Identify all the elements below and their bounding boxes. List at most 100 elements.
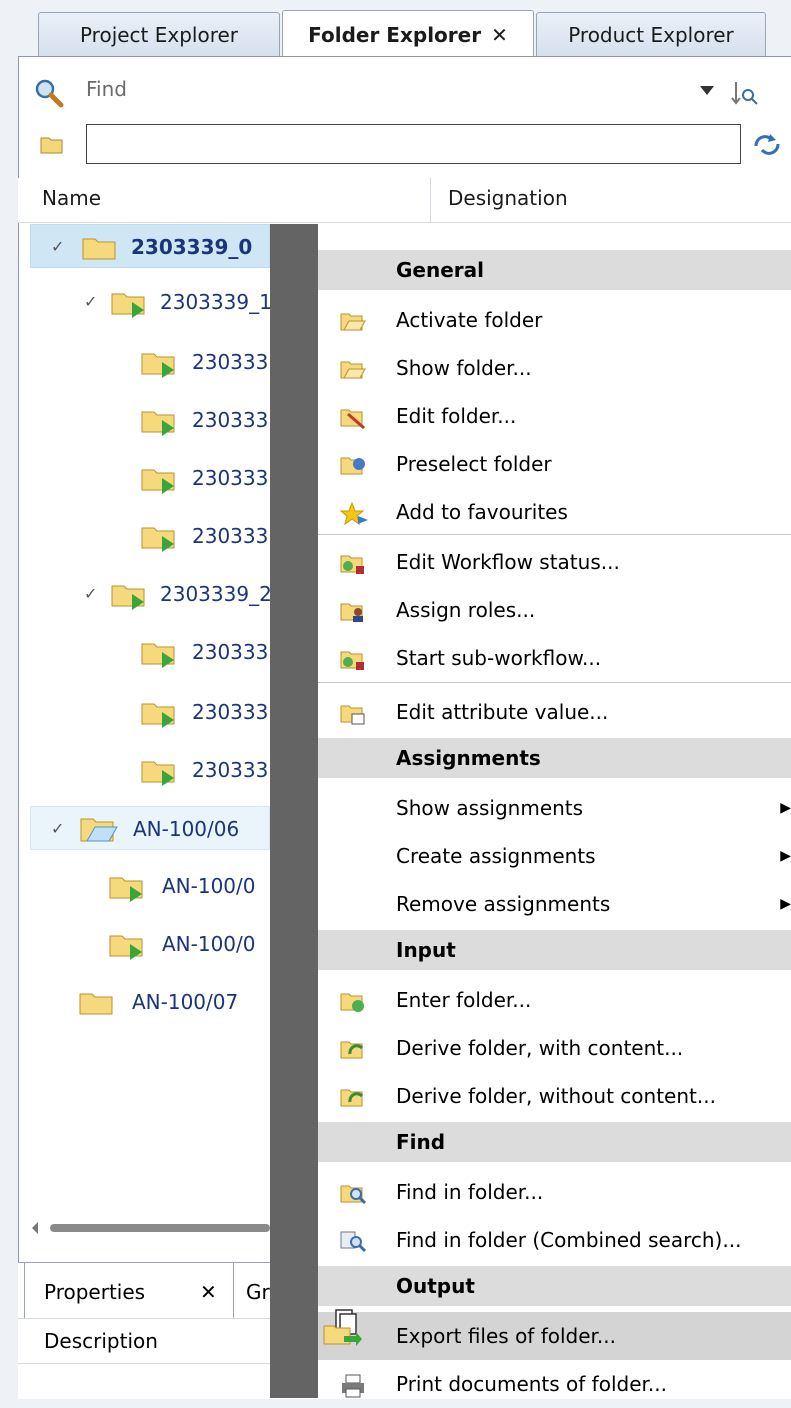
folder-derive-icon	[340, 1089, 364, 1107]
folder-search-icon	[340, 1185, 366, 1205]
tree-label: 230333	[192, 640, 269, 664]
tab-label: Folder Explorer	[308, 23, 482, 47]
folder-workflow-icon	[109, 935, 143, 960]
folder-derive-icon	[340, 1041, 364, 1059]
folder-workflow-icon	[141, 703, 175, 728]
chevron-down-icon[interactable]: ✓	[51, 807, 64, 851]
menu-item-start-sub-workflow[interactable]: Start sub-workflow...	[318, 634, 791, 682]
description-label: Description	[44, 1329, 158, 1353]
menu-header-output: Output	[318, 1266, 791, 1306]
chevron-down-icon[interactable]: ✓	[84, 572, 97, 616]
tab-product-explorer[interactable]: Product Explorer	[536, 12, 766, 56]
tree-row[interactable]: 230333	[30, 456, 270, 500]
tree-label: 2303339_2	[160, 582, 272, 606]
folder-workflow-icon	[109, 877, 143, 902]
menu-item-show-assignments[interactable]: Show assignments ▶	[318, 784, 791, 832]
tree-row[interactable]: AN-100/07	[30, 980, 270, 1024]
combined-search-icon	[340, 1231, 366, 1253]
folder-workflow-icon	[141, 761, 175, 786]
folder-workflow-icon	[111, 585, 145, 610]
column-designation[interactable]: Designation	[448, 186, 568, 210]
menu-item-show-folder[interactable]: Show folder...	[318, 344, 791, 392]
folder-workflow-icon	[141, 469, 175, 494]
chevron-down-icon[interactable]: ✓	[51, 225, 64, 269]
horizontal-scrollbar[interactable]	[30, 1218, 270, 1238]
folder-export-icon	[323, 1309, 362, 1346]
menu-item-preselect-folder[interactable]: Preselect folder	[318, 440, 791, 488]
menu-item-print-documents-of-folder[interactable]: Print documents of folder...	[318, 1360, 791, 1408]
tab-project-explorer[interactable]: Project Explorer	[38, 12, 280, 56]
menu-item-derive-folder-without-content[interactable]: Derive folder, without content...	[318, 1072, 791, 1120]
menu-item-enter-folder[interactable]: Enter folder...	[318, 976, 791, 1024]
menu-header-find: Find	[318, 1122, 791, 1162]
tree-row[interactable]: 230333	[30, 748, 270, 792]
menu-item-find-in-folder-combined[interactable]: Find in folder (Combined search)...	[318, 1216, 791, 1264]
menu-item-derive-folder-with-content[interactable]: Derive folder, with content...	[318, 1024, 791, 1072]
tree-label: AN-100/0	[162, 932, 256, 956]
folder-icon	[40, 137, 63, 154]
menu-item-edit-workflow-status[interactable]: Edit Workflow status...	[318, 538, 791, 586]
folder-preselect-icon	[340, 457, 365, 475]
folder-open-icon	[340, 313, 366, 331]
tree-label: 230333	[192, 408, 269, 432]
find-label: Find	[86, 77, 127, 101]
tab-other-label[interactable]: Gr	[246, 1266, 270, 1318]
tree-row[interactable]: ✓ AN-100/06	[30, 806, 270, 850]
tree-row[interactable]: AN-100/0	[30, 922, 270, 966]
tab-properties-label: Properties	[44, 1280, 146, 1304]
folder-workflow-icon	[141, 411, 175, 436]
close-icon[interactable]: ✕	[200, 1266, 217, 1318]
scrollbar-thumb[interactable]	[50, 1224, 270, 1232]
tree-row[interactable]: 230333	[30, 340, 270, 384]
column-header: Name Designation	[18, 178, 791, 223]
tree-row[interactable]: ✓ 2303339_2	[30, 572, 272, 616]
menu-separator	[318, 534, 791, 535]
tree-label: 230333	[192, 350, 269, 374]
menu-item-add-to-favourites[interactable]: Add to favourites	[318, 488, 791, 536]
dropdown-arrow-icon[interactable]	[700, 86, 714, 96]
menu-item-assign-roles[interactable]: Assign roles...	[318, 586, 791, 634]
menu-item-edit-attribute-value[interactable]: Edit attribute value...	[318, 688, 791, 736]
column-divider[interactable]	[430, 178, 431, 222]
tree-label: 230333	[192, 758, 269, 782]
tree-row[interactable]: 230333	[30, 630, 270, 674]
tab-close-icon[interactable]: ✕	[491, 23, 508, 47]
folder-edit-icon	[340, 409, 365, 430]
search-icon	[35, 79, 64, 108]
submenu-arrow-icon: ▶	[780, 800, 791, 816]
tree-label: 2303339_0	[131, 235, 253, 259]
tree-row[interactable]: ✓ 2303339_1	[30, 280, 272, 324]
menu-item-find-in-folder[interactable]: Find in folder...	[318, 1168, 791, 1216]
tree-row[interactable]: 230333	[30, 690, 270, 734]
refresh-icon[interactable]	[750, 130, 784, 160]
folder-workflow-icon	[111, 293, 145, 318]
submenu-arrow-icon: ▶	[780, 896, 791, 912]
tab-label: Project Explorer	[79, 23, 239, 47]
sub-workflow-icon	[340, 651, 364, 670]
tree-row[interactable]: ✓ 2303339_0	[30, 224, 270, 268]
tree-row[interactable]: 230333	[30, 514, 270, 558]
tree-label: 230333	[192, 524, 269, 548]
menu-header-input: Input	[318, 930, 791, 970]
attribute-edit-icon	[340, 705, 365, 725]
find-bar[interactable]: Find	[18, 68, 791, 116]
menu-item-remove-assignments[interactable]: Remove assignments ▶	[318, 880, 791, 928]
sort-find-icon[interactable]	[730, 78, 760, 108]
tree-row[interactable]: 230333	[30, 398, 270, 442]
folder-workflow-icon	[141, 643, 175, 668]
column-name[interactable]: Name	[42, 186, 101, 210]
tree-row[interactable]: AN-100/0	[30, 864, 270, 908]
folder-path-input[interactable]	[86, 124, 741, 164]
chevron-down-icon[interactable]: ✓	[84, 280, 97, 324]
menu-item-export-files-of-folder[interactable]: Export files of folder...	[318, 1309, 791, 1360]
menu-item-edit-folder[interactable]: Edit folder...	[318, 392, 791, 440]
tab-folder-explorer[interactable]: Folder Explorer ✕	[282, 10, 534, 58]
star-icon	[340, 502, 368, 526]
menu-item-activate-folder[interactable]: Activate folder	[318, 296, 791, 344]
tree-label: 230333	[192, 700, 269, 724]
tree-label: AN-100/07	[132, 990, 239, 1014]
folder-workflow-icon	[141, 527, 175, 552]
scroll-left-icon[interactable]	[30, 1222, 40, 1234]
menu-item-create-assignments[interactable]: Create assignments ▶	[318, 832, 791, 880]
tree-label: AN-100/06	[133, 817, 240, 841]
